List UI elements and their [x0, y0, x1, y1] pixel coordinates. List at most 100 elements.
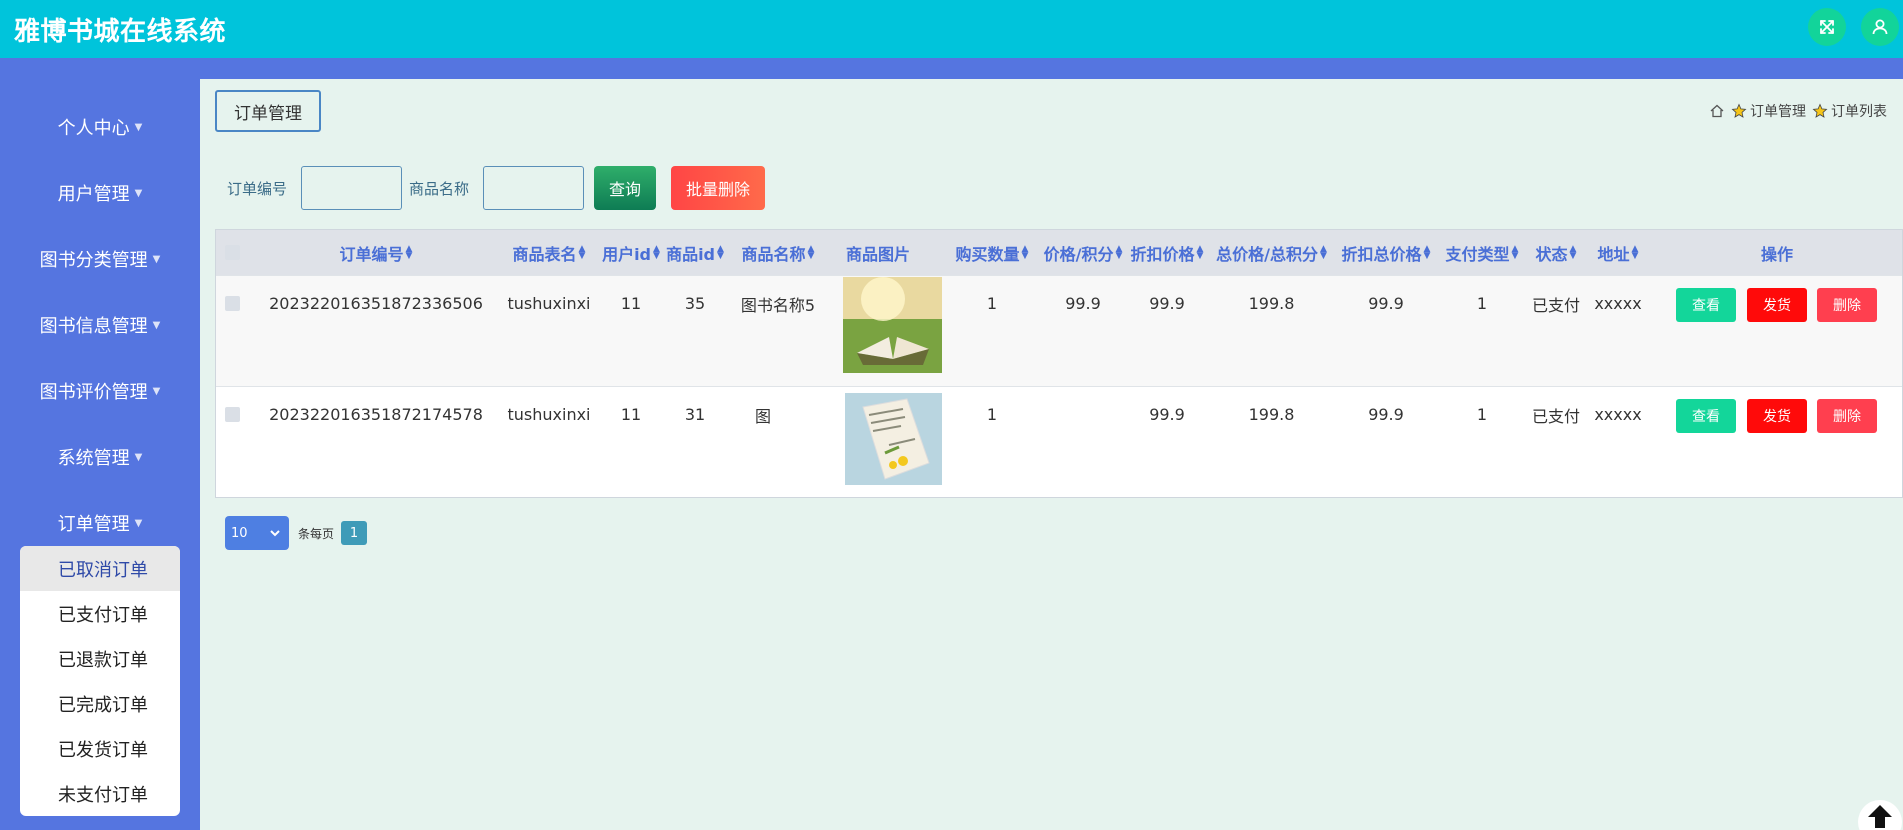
cell-goods-name: 图	[755, 406, 772, 426]
header-table-name[interactable]: 商品表名 ▲ ▼	[499, 230, 599, 275]
user-button[interactable]	[1861, 8, 1899, 46]
cell-user-id: 11	[620, 294, 642, 313]
header-total[interactable]: 总价格/总积分 ▲ ▼	[1209, 230, 1334, 275]
submenu-item-cancelled[interactable]: 已取消订单	[20, 546, 180, 591]
breadcrumb: 订单管理 订单列表	[1706, 101, 1887, 121]
sort-icon: ▲ ▼	[1511, 243, 1519, 261]
sidebar-item-label: 图书评价管理	[39, 382, 148, 403]
sidebar-item-system-management[interactable]: 系统管理 ▼	[0, 437, 200, 477]
sort-icon: ▲ ▼	[653, 243, 660, 261]
caret-down-icon: ▼	[152, 253, 161, 265]
sidebar-item-book-info-management[interactable]: 图书信息管理 ▼	[0, 305, 200, 345]
caret-down-icon: ▼	[152, 385, 161, 397]
caret-down-icon: ▼	[134, 451, 143, 463]
header-label: 地址	[1597, 244, 1630, 264]
cell-table-name: tushuxinxi	[507, 405, 591, 424]
view-button[interactable]: 查看	[1676, 399, 1736, 433]
header-order-no[interactable]: 订单编号 ▲ ▼	[256, 230, 496, 275]
per-page-label: 条每页	[298, 526, 335, 541]
header-user-id[interactable]: 用户id ▲ ▼	[600, 230, 662, 275]
view-button[interactable]: 查看	[1676, 288, 1736, 322]
row-checkbox[interactable]	[222, 276, 242, 331]
table-row: 20232201635187233650​6 tushuxinxi 11 35 …	[216, 275, 1902, 386]
sidebar-item-category-management[interactable]: 图书分类管理 ▼	[0, 239, 200, 279]
sidebar-item-review-management[interactable]: 图书评价管理 ▼	[0, 371, 200, 411]
fullscreen-icon	[1820, 20, 1834, 34]
user-icon	[1872, 19, 1888, 35]
sidebar-item-label: 图书信息管理	[39, 316, 148, 337]
cell-goods-id: 31	[684, 405, 706, 424]
cell-price: 99.9	[1065, 294, 1101, 313]
sort-icon: ▲ ▼	[405, 243, 413, 261]
cell-goods-name: 图书名称5	[740, 295, 816, 315]
search-bar: 订单编号 商品名称 查询 批量删除	[227, 166, 766, 210]
sidebar-item-order-management[interactable]: 订单管理 ▼	[0, 503, 200, 543]
sort-icon: ▲ ▼	[578, 243, 586, 261]
table-row: 202322016351872174578 tushuxinxi 11 31 图…	[216, 386, 1902, 497]
row-checkbox[interactable]	[222, 387, 242, 442]
cell-total: 199.8	[1248, 405, 1295, 424]
submenu-item-paid[interactable]: 已支付订单	[20, 591, 180, 636]
sidebar-item-user-management[interactable]: 用户管理 ▼	[0, 173, 200, 213]
header-label: 商品图片	[845, 244, 910, 264]
goods-name-input[interactable]	[483, 166, 585, 210]
cell-discount-total: 99.9	[1368, 294, 1404, 313]
cell-order-no: 20232201635187233650​6	[269, 294, 483, 313]
header-goods-image: 商品图片	[828, 230, 928, 275]
arrow-up-icon	[1868, 805, 1892, 828]
order-no-input[interactable]	[301, 166, 403, 210]
caret-down-icon: ▼	[152, 319, 161, 331]
sort-icon: ▲ ▼	[1115, 243, 1123, 261]
header-pay-type[interactable]: 支付类型 ▲ ▼	[1439, 230, 1525, 275]
table-header: 订单编号 ▲ ▼ 商品表名 ▲ ▼ 用户id ▲ ▼ 商品id ▲ ▼ 商品名称 ▲ ▼ 商品图片 …	[216, 230, 1902, 275]
header-label: 总价格/总积分	[1216, 244, 1318, 264]
header-address[interactable]: 地址 ▲ ▼	[1588, 230, 1648, 275]
header-price[interactable]: 价格/积分 ▲ ▼	[1038, 230, 1128, 275]
ship-button[interactable]: 发货	[1747, 288, 1807, 322]
submenu-item-completed[interactable]: 已完成订单	[20, 681, 180, 726]
top-bar: 雅博书城在线系统	[0, 0, 1903, 58]
cell-quantity: 1	[986, 294, 998, 313]
header-status[interactable]: 状态 ▲ ▼	[1526, 230, 1586, 275]
cell-address: xxxxx	[1594, 294, 1642, 313]
header-discount-total[interactable]: 折扣总价格 ▲ ▼	[1336, 230, 1436, 275]
page-number-button[interactable]: 1	[341, 521, 368, 545]
header-discount-price[interactable]: 折扣价格 ▲ ▼	[1128, 230, 1206, 275]
page-size-value: 10	[231, 525, 248, 541]
checkbox-box	[224, 296, 240, 311]
sidebar-item-personal-center[interactable]: 个人中心 ▼	[0, 107, 200, 147]
home-icon[interactable]	[1709, 103, 1725, 119]
cell-user-id: 11	[620, 405, 642, 424]
sidebar: 个人中心 ▼ 用户管理 ▼ 图书分类管理 ▼ 图书信息管理 ▼ 图书评价管理 ▼ 系统管理…	[0, 79, 200, 830]
header-goods-name[interactable]: 商品名称 ▲ ▼	[728, 230, 828, 275]
cell-goods-id: 35	[684, 294, 706, 313]
header-label: 价格/积分	[1043, 244, 1114, 264]
header-goods-id[interactable]: 商品id ▲ ▼	[664, 230, 726, 275]
select-all-checkbox[interactable]	[222, 230, 242, 275]
delete-button[interactable]: 删除	[1817, 288, 1877, 322]
sort-icon: ▲ ▼	[1021, 243, 1029, 261]
orders-table: 订单编号 ▲ ▼ 商品表名 ▲ ▼ 用户id ▲ ▼ 商品id ▲ ▼ 商品名称 ▲ ▼ 商品图片 …	[215, 229, 1903, 498]
header-label: 商品表名	[512, 244, 577, 264]
page-tab[interactable]: 订单管理	[215, 90, 321, 132]
breadcrumb-level1[interactable]: 订单管理	[1750, 101, 1806, 121]
caret-down-icon: ▼	[134, 187, 143, 199]
batch-delete-button[interactable]: 批量删除	[671, 166, 766, 210]
submenu-item-unpaid[interactable]: 未支付订单	[20, 771, 180, 816]
page-size-select[interactable]: 10	[225, 516, 289, 550]
delete-button[interactable]: 删除	[1817, 399, 1877, 433]
query-button[interactable]: 查询	[594, 166, 657, 210]
cell-total: 199.8	[1248, 294, 1295, 313]
ship-button[interactable]: 发货	[1747, 399, 1807, 433]
sidebar-item-label: 系统管理	[57, 448, 130, 469]
star-icon	[1812, 103, 1828, 118]
submenu-item-refunded[interactable]: 已退款订单	[20, 636, 180, 681]
header-label: 操作	[1760, 244, 1793, 264]
header-quantity[interactable]: 购买数量 ▲ ▼	[947, 230, 1037, 275]
accent-strip	[0, 58, 1903, 79]
app-title: 雅博书城在线系统	[14, 17, 227, 47]
cell-status: 已支付	[1531, 406, 1580, 426]
pagination: 10 条每页 1	[225, 516, 368, 550]
submenu-item-shipped[interactable]: 已发货订单	[20, 726, 180, 771]
fullscreen-button[interactable]	[1808, 8, 1846, 46]
